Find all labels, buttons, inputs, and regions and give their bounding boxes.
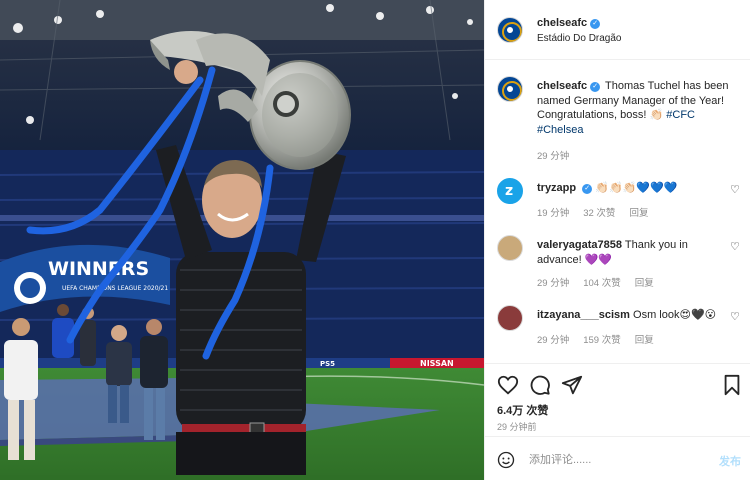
header-username[interactable]: chelseafc ✓ [537, 17, 601, 29]
comment-item: z tryzapp ✓ 👏🏻👏🏻👏🏻💙💙💙 19 分钟 32 次赞 回复 ♡ [497, 178, 742, 219]
svg-text:NISSAN: NISSAN [420, 359, 454, 368]
caption-time[interactable]: 29 分钟 [537, 148, 569, 162]
caption-text: chelseafc ✓ Thomas Tuchel has been named … [537, 79, 742, 137]
verified-badge-icon: ✓ [582, 184, 593, 194]
comment-body: 👏🏻👏🏻👏🏻💙💙💙 [595, 182, 678, 194]
comment-time[interactable]: 29 分钟 [537, 278, 569, 289]
hashtag-cfc[interactable]: #CFC [666, 109, 695, 121]
verified-badge-icon: ✓ [590, 82, 601, 92]
svg-text:WINNERS: WINNERS [48, 258, 149, 280]
comment-likes[interactable]: 159 次赞 [583, 335, 621, 346]
commenter-avatar[interactable] [497, 305, 523, 331]
comment-text: valeryagata7858 Thank you in advance! 💜💜 [537, 238, 717, 267]
post-side-panel: chelseafc ✓ Estádio Do Dragão chelseafc ✓ … [484, 0, 750, 480]
post-header: chelseafc ✓ Estádio Do Dragão [485, 0, 750, 60]
comment-like-heart-icon[interactable]: ♡ [730, 311, 742, 323]
comment-meta: 29 分钟 104 次赞 回复 [537, 275, 668, 289]
comment-body: Osm look😍🖤😮 [633, 309, 717, 321]
comment-item: itzayana___scism Osm look😍🖤😮 29 分钟 159 次赞… [497, 305, 742, 346]
commenter-avatar[interactable] [497, 235, 523, 261]
add-comment-bar: 发布 [485, 436, 750, 480]
comment-icon[interactable] [529, 374, 551, 396]
save-icon[interactable] [721, 374, 743, 396]
reply-button[interactable]: 回复 [635, 335, 654, 346]
caption-username[interactable]: chelseafc ✓ [537, 80, 601, 92]
post-comment-button[interactable]: 发布 [719, 453, 741, 469]
share-icon[interactable] [561, 374, 583, 396]
verified-badge-icon: ✓ [590, 19, 601, 29]
likes-count[interactable]: 6.4万 次赞 [497, 402, 548, 418]
comment-item: valeryagata7858 Thank you in advance! 💜💜… [497, 235, 742, 289]
comment-username[interactable]: itzayana___scism [537, 309, 630, 321]
comment-username[interactable]: valeryagata7858 [537, 239, 622, 251]
heart-icon[interactable] [497, 374, 519, 396]
emoji-icon[interactable] [497, 451, 515, 469]
post-time-ago[interactable]: 29 分钟前 [497, 420, 537, 433]
comment-like-heart-icon[interactable]: ♡ [730, 241, 742, 253]
reply-button[interactable]: 回复 [629, 208, 648, 219]
comment-text: itzayana___scism Osm look😍🖤😮 [537, 308, 717, 323]
header-location[interactable]: Estádio Do Dragão [537, 33, 622, 44]
svg-text:UEFA CHAMPIONS LEAGUE 2020/21: UEFA CHAMPIONS LEAGUE 2020/21 [62, 285, 168, 292]
comment-time[interactable]: 19 分钟 [537, 208, 569, 219]
reply-button[interactable]: 回复 [635, 278, 654, 289]
comment-meta: 19 分钟 32 次赞 回复 [537, 205, 662, 219]
photo-scene: WINNERS UEFA CHAMPIONS LEAGUE 2020/21 NI… [0, 0, 484, 480]
comment-likes[interactable]: 32 次赞 [583, 208, 615, 219]
comment-text: tryzapp ✓ 👏🏻👏🏻👏🏻💙💙💙 [537, 181, 717, 196]
comment-likes[interactable]: 104 次赞 [583, 278, 621, 289]
chelsea-crest-icon[interactable] [497, 17, 523, 43]
post-photo[interactable]: WINNERS UEFA CHAMPIONS LEAGUE 2020/21 NI… [0, 0, 484, 480]
comment-input[interactable] [529, 449, 699, 471]
commenter-avatar[interactable]: z [497, 178, 523, 204]
comment-like-heart-icon[interactable]: ♡ [730, 184, 742, 196]
comment-username[interactable]: tryzapp [537, 182, 576, 194]
comment-meta: 29 分钟 159 次赞 回复 [537, 332, 668, 346]
chelsea-crest-icon[interactable] [497, 76, 523, 102]
hashtag-chelsea[interactable]: #Chelsea [537, 124, 583, 136]
svg-text:PS5: PS5 [320, 360, 335, 368]
comment-time[interactable]: 29 分钟 [537, 335, 569, 346]
